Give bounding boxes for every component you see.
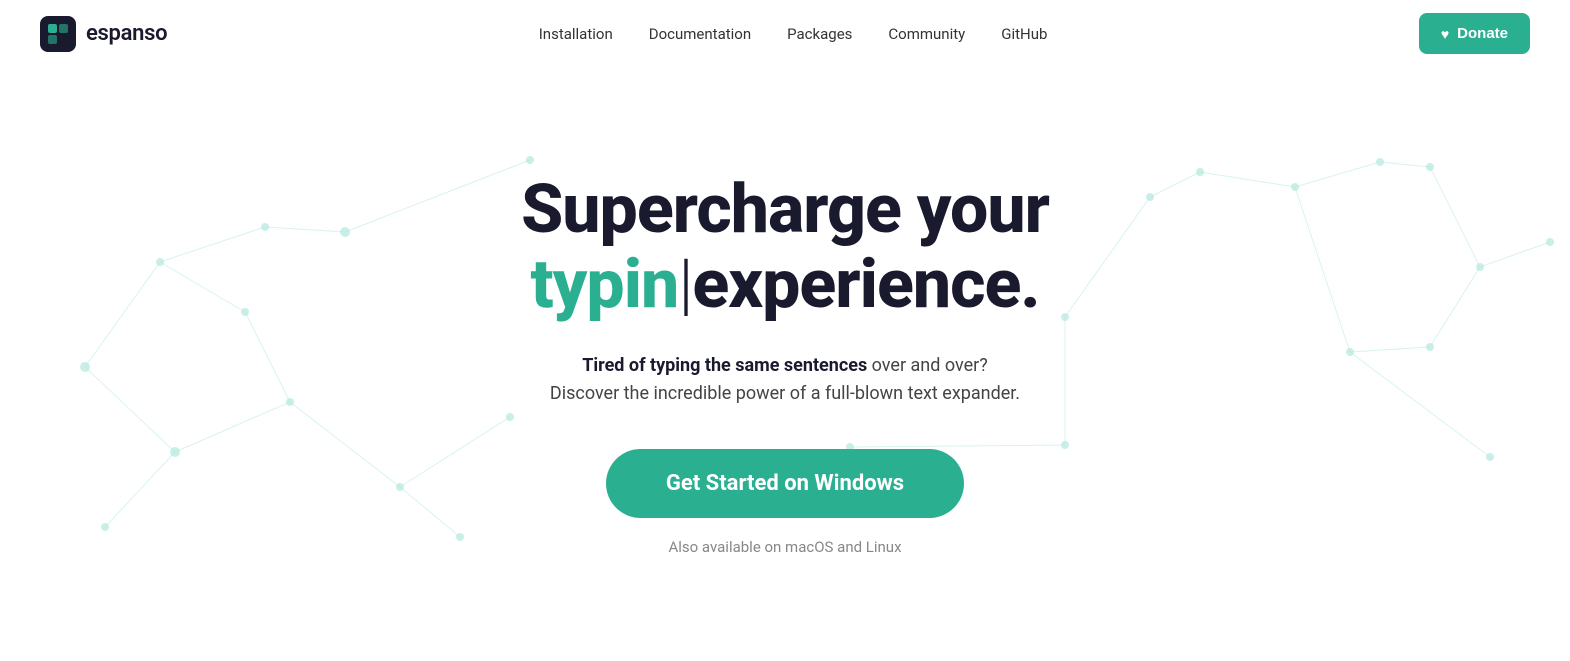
hero-title-rest: experience. (692, 244, 1039, 324)
nav-packages[interactable]: Packages (787, 25, 852, 43)
nav-documentation[interactable]: Documentation (649, 25, 751, 43)
available-text: Also available on macOS and Linux (521, 538, 1049, 556)
logo-icon (40, 16, 76, 52)
main-nav: Installation Documentation Packages Comm… (539, 25, 1048, 43)
nav-github[interactable]: GitHub (1001, 25, 1047, 43)
site-header: espanso Installation Documentation Packa… (0, 0, 1570, 67)
donate-button[interactable]: ♥ Donate (1419, 13, 1530, 54)
hero-title: Supercharge your typin|experience. (521, 172, 1049, 322)
hero-typing-text: typin (530, 244, 678, 324)
hero-subtitle: Tired of typing the same sentences over … (521, 352, 1049, 410)
hero-cursor: | (678, 244, 692, 324)
logo-text: espanso (86, 21, 167, 46)
hero-title-line1: Supercharge your (521, 169, 1049, 249)
nav-community[interactable]: Community (888, 25, 965, 43)
hero-subtitle-bold: Tired of typing the same sentences (582, 355, 867, 376)
hero-content: Supercharge your typin|experience. Tired… (521, 172, 1049, 556)
logo-area[interactable]: espanso (40, 16, 167, 52)
hero-section: Supercharge your typin|experience. Tired… (0, 67, 1570, 661)
nav-installation[interactable]: Installation (539, 25, 613, 43)
cta-container: Get Started on Windows (521, 449, 1049, 538)
cta-button[interactable]: Get Started on Windows (606, 449, 964, 518)
heart-icon: ♥ (1441, 26, 1449, 42)
